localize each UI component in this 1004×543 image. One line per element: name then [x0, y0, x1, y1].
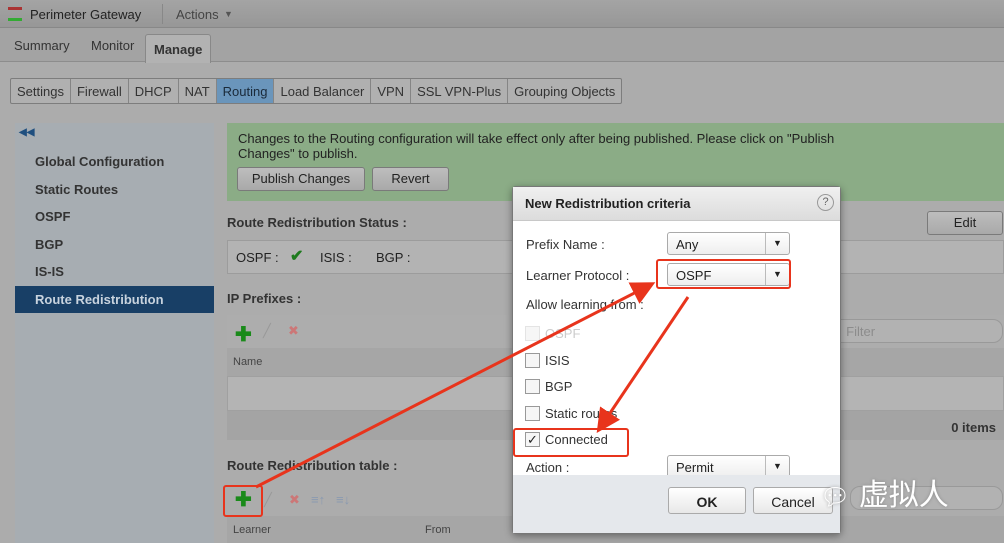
arrow-learner-to-connected: [596, 296, 690, 433]
watermark: 💬︎ 虚拟人: [820, 479, 949, 512]
arrow-add-to-learner: [255, 282, 656, 489]
annotation-arrows: [255, 282, 690, 489]
wechat-icon: 💬︎: [820, 484, 851, 511]
